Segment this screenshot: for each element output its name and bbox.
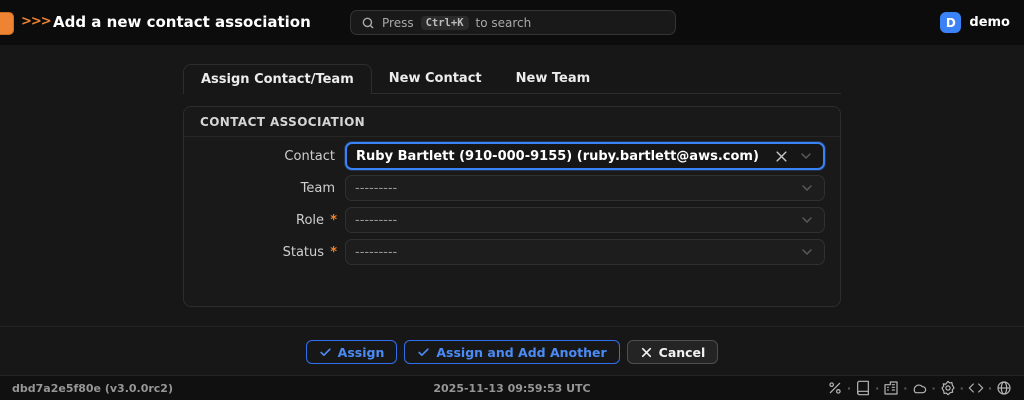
contact-select-value: Ruby Bartlett (910-000-9155) (ruby.bartl… xyxy=(356,149,774,164)
build-version: dbd7a2e5f80e (v3.0.0rc2) xyxy=(12,382,173,395)
chevron-down-icon xyxy=(799,180,815,196)
breadcrumb: >>> xyxy=(21,14,51,29)
avatar: D xyxy=(940,12,961,33)
x-icon xyxy=(640,346,653,359)
status-label: Status * xyxy=(184,245,345,260)
page-title: Add a new contact association xyxy=(53,13,311,31)
chevron-down-icon xyxy=(799,212,815,228)
fieldset-title: CONTACT ASSOCIATION xyxy=(184,107,840,137)
check-icon xyxy=(319,346,332,359)
field-row-team: Team --------- xyxy=(184,172,840,204)
chevron-down-icon xyxy=(799,244,815,260)
required-asterisk: * xyxy=(330,245,337,260)
assign-and-add-another-button[interactable]: Assign and Add Another xyxy=(404,340,619,364)
footer-icon-links: · · · · · · xyxy=(827,380,1012,396)
required-asterisk: * xyxy=(330,213,337,228)
top-header: >>> Add a new contact association Press … xyxy=(0,0,1024,45)
username: demo xyxy=(969,15,1010,30)
field-row-status: Status * --------- xyxy=(184,236,840,268)
clear-selection-icon[interactable] xyxy=(774,149,789,164)
user-menu[interactable]: D demo xyxy=(940,0,1010,45)
main-content: Assign Contact/Team New Contact New Team… xyxy=(183,64,841,307)
field-row-role: Role * --------- xyxy=(184,204,840,236)
check-icon xyxy=(417,346,430,359)
tab-assign-contact-team[interactable]: Assign Contact/Team xyxy=(183,64,372,94)
team-select-value: --------- xyxy=(355,181,799,196)
building-icon[interactable] xyxy=(883,380,899,396)
book-icon[interactable] xyxy=(855,380,871,396)
role-select-value: --------- xyxy=(355,213,799,228)
search-input[interactable]: Press Ctrl+K to search xyxy=(350,10,676,35)
chevron-down-icon[interactable] xyxy=(798,148,814,164)
status-bar: dbd7a2e5f80e (v3.0.0rc2) 2025-11-13 09:5… xyxy=(0,375,1024,400)
code-icon[interactable] xyxy=(968,380,984,396)
team-label: Team xyxy=(184,181,345,196)
search-placeholder-prefix: Press xyxy=(382,16,414,30)
contact-select[interactable]: Ruby Bartlett (910-000-9155) (ruby.bartl… xyxy=(345,142,825,170)
tab-new-team[interactable]: New Team xyxy=(499,64,608,93)
field-row-contact: Contact Ruby Bartlett (910-000-9155) (ru… xyxy=(184,140,840,172)
contact-label: Contact xyxy=(184,149,345,164)
status-select[interactable]: --------- xyxy=(345,239,825,265)
search-shortcut-kbd: Ctrl+K xyxy=(421,16,469,30)
submit-row: Assign Assign and Add Another Cancel xyxy=(0,326,1024,364)
cloud-icon[interactable] xyxy=(911,380,927,396)
role-select[interactable]: --------- xyxy=(345,207,825,233)
percent-icon[interactable] xyxy=(827,380,843,396)
team-select[interactable]: --------- xyxy=(345,175,825,201)
search-placeholder-suffix: to search xyxy=(476,16,532,30)
sidebar-toggle-button[interactable] xyxy=(0,12,14,35)
status-select-value: --------- xyxy=(355,245,799,260)
cancel-button[interactable]: Cancel xyxy=(627,340,719,364)
globe-icon[interactable] xyxy=(996,380,1012,396)
tab-new-contact[interactable]: New Contact xyxy=(372,64,499,93)
tab-bar: Assign Contact/Team New Contact New Team xyxy=(183,64,841,94)
badge-icon[interactable] xyxy=(940,380,956,396)
assign-button[interactable]: Assign xyxy=(306,340,398,364)
role-label: Role * xyxy=(184,213,345,228)
search-icon xyxy=(361,16,375,30)
contact-association-fieldset: CONTACT ASSOCIATION Contact Ruby Bartlet… xyxy=(183,106,841,307)
